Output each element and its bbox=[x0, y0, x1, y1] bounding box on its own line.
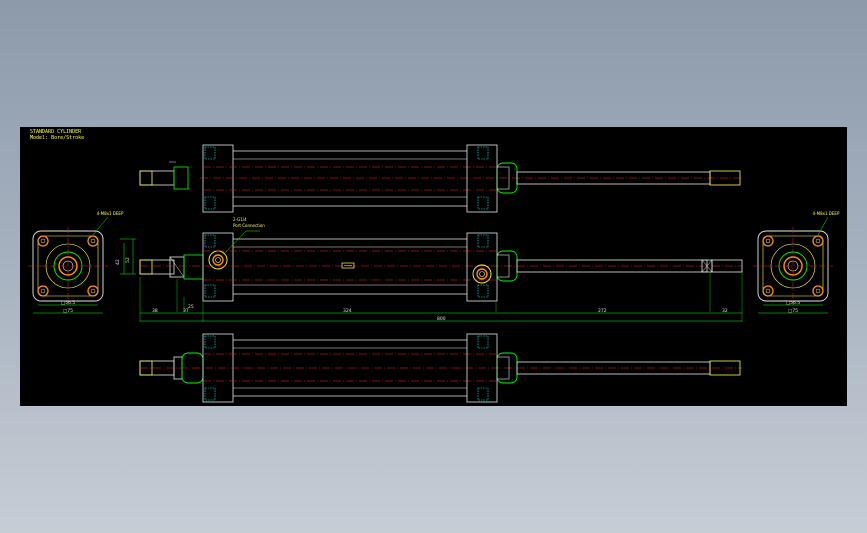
port-label: 2-G1/4 bbox=[233, 217, 247, 222]
left-flange-dim-1: □56.5 bbox=[61, 300, 75, 306]
left-flange-dim-2: □75 bbox=[63, 308, 73, 314]
dim-overall: 800 bbox=[437, 316, 446, 322]
right-flange-dim-1: □56.5 bbox=[786, 300, 800, 306]
cylinder-side-view: 2-G1/4 Port Connection 42 52 38 37 25 32… bbox=[115, 217, 743, 322]
cylinder-top-view bbox=[139, 144, 742, 213]
dim-38: 38 bbox=[152, 308, 158, 314]
left-end-view: 4-M8x1 DEEP □56.5 □75 bbox=[28, 211, 124, 314]
left-mount-note: 4-M8x1 DEEP bbox=[97, 211, 124, 216]
right-end-view: 4-M8x1 DEEP □56.5 □75 bbox=[753, 211, 840, 314]
dim-272: 272 bbox=[598, 308, 607, 314]
dim-height-2: 52 bbox=[125, 257, 131, 263]
title-line-2: Model: Bore/Stroke bbox=[30, 135, 84, 141]
dim-324: 324 bbox=[343, 308, 352, 314]
port-sub-label: Port Connection bbox=[233, 223, 265, 228]
dim-25: 25 bbox=[188, 304, 194, 310]
right-flange-dim-2: □75 bbox=[788, 308, 798, 314]
cad-drawing: STANDARD CYLINDER Model: Bore/Stroke 2-G… bbox=[28, 129, 840, 403]
cylinder-bottom-view bbox=[139, 333, 742, 403]
right-mount-note: 4-M8x1 DEEP bbox=[813, 211, 840, 216]
dim-height-1: 42 bbox=[115, 259, 121, 265]
dim-32: 32 bbox=[722, 308, 728, 314]
drawing-sheet: STANDARD CYLINDER Model: Bore/Stroke 2-G… bbox=[20, 127, 847, 406]
